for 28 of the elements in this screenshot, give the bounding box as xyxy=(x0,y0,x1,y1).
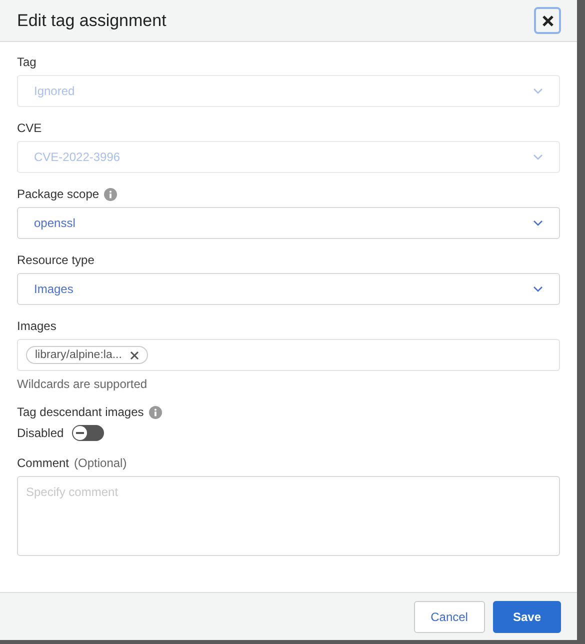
field-label: Tag descendant images xyxy=(17,405,144,419)
toggle-state-label: Disabled xyxy=(17,426,64,440)
field-label: CVE xyxy=(17,121,42,135)
chips-field[interactable]: library/alpine:la... xyxy=(17,339,560,371)
remove-icon[interactable] xyxy=(130,350,139,360)
info-icon[interactable] xyxy=(148,406,162,418)
field-label: Images xyxy=(17,319,56,333)
field-label: Comment xyxy=(17,456,70,470)
cancel-button[interactable]: Cancel xyxy=(414,600,485,632)
chevron-down-icon xyxy=(533,154,543,160)
chevron-down-icon xyxy=(533,286,543,292)
close-button[interactable] xyxy=(534,7,561,34)
field-label: Package scope xyxy=(17,187,100,201)
image-chip[interactable]: library/alpine:la... xyxy=(26,346,148,364)
chevron-down-icon xyxy=(533,220,543,226)
optional-label: (Optional) xyxy=(74,456,127,470)
select-field[interactable]: Images xyxy=(17,273,560,305)
select-field[interactable]: openssl xyxy=(17,207,560,239)
close-icon xyxy=(542,14,554,26)
toggle-switch[interactable] xyxy=(72,425,104,441)
save-button[interactable]: Save xyxy=(492,600,561,632)
field-label: Resource type xyxy=(17,253,94,267)
dialog-title: Edit tag assignment xyxy=(17,10,166,30)
info-icon[interactable] xyxy=(104,188,118,200)
chevron-down-icon xyxy=(533,88,543,94)
field-label: Tag xyxy=(17,55,36,69)
minus-icon xyxy=(76,432,84,434)
hint-text: Wildcards are supported xyxy=(17,377,148,391)
